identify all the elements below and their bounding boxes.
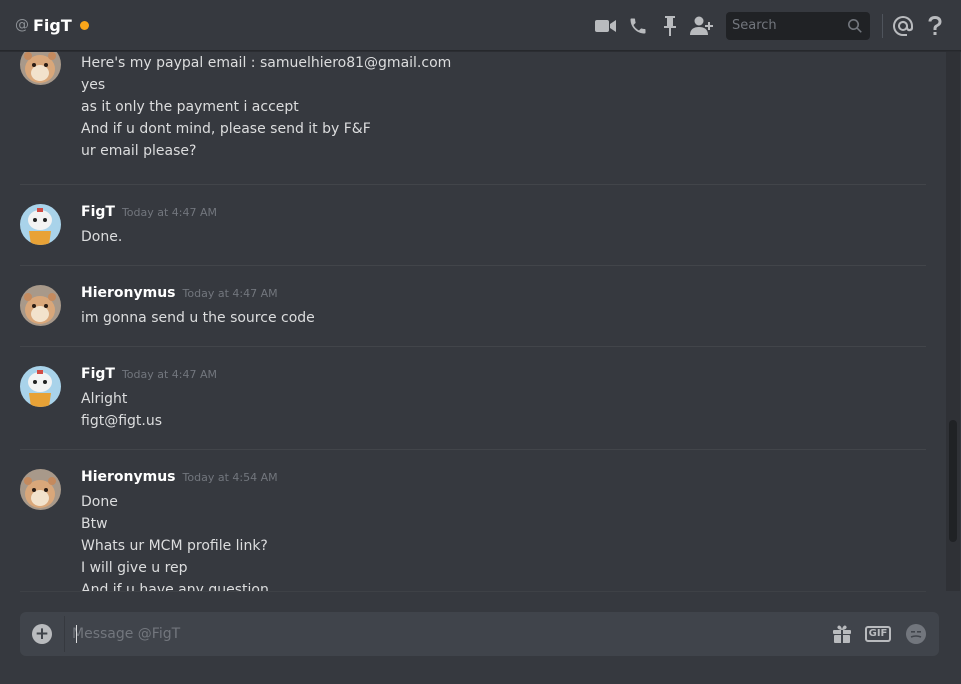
message-text: ur email please?	[81, 143, 197, 159]
message-text: Done	[81, 494, 118, 510]
emoji-icon	[906, 624, 926, 644]
emoji-button[interactable]	[904, 622, 928, 646]
scrollbar-thumb[interactable]	[949, 420, 957, 542]
channel-header: @ FigT Search	[0, 0, 961, 51]
message-timestamp: Today at 4:47 AM	[121, 206, 218, 219]
search-placeholder: Search	[732, 18, 777, 33]
message-divider	[20, 184, 926, 185]
mentions-icon	[893, 15, 913, 36]
at-symbol: @	[15, 17, 29, 33]
message-divider	[20, 449, 926, 450]
hamster-avatar-icon	[20, 285, 61, 326]
gift-button[interactable]	[830, 622, 854, 646]
add-attachment-button[interactable]: +	[32, 624, 52, 644]
gif-icon: GIF	[864, 626, 892, 642]
channel-title: FigT	[33, 15, 72, 35]
add-friend-button[interactable]	[686, 10, 718, 42]
message-header: FigT Today at 4:47 AM	[81, 366, 921, 388]
plus-icon: +	[34, 623, 50, 644]
hamster-avatar-icon	[20, 52, 61, 85]
message-header: Hieronymus Today at 4:47 AM	[81, 285, 921, 307]
message-text: as it only the payment i accept	[81, 99, 299, 115]
composer-divider-line	[64, 616, 65, 652]
message-text: Here's my paypal email : samuelhiero81@g…	[81, 55, 452, 71]
message-text: Alright	[81, 391, 128, 407]
message-list[interactable]: Here's my paypal email : samuelhiero81@g…	[0, 52, 946, 591]
phone-icon	[630, 18, 646, 33]
robot-avatar-icon	[20, 366, 61, 407]
author-name[interactable]: FigT	[81, 366, 115, 382]
message-header: Hieronymus Today at 4:54 AM	[81, 469, 921, 491]
message-text: I will give u rep	[81, 560, 188, 576]
message-text: Done.	[81, 229, 123, 245]
composer-divider	[20, 591, 926, 592]
message-text: Btw	[81, 516, 108, 532]
search-icon	[848, 18, 862, 33]
message-text: figt@figt.us	[81, 413, 163, 429]
message-divider	[20, 346, 926, 347]
help-icon	[928, 15, 942, 35]
message-content: Here's my paypal email : samuelhiero81@g…	[81, 52, 921, 162]
message-content: FigT Today at 4:47 AM Alright figt@figt.…	[81, 366, 921, 432]
message-text: Whats ur MCM profile link?	[81, 538, 268, 554]
text-cursor	[76, 625, 77, 643]
author-name[interactable]: Hieronymus	[81, 469, 176, 485]
header-toolbar: Search	[590, 0, 961, 51]
message-timestamp: Today at 4:54 AM	[182, 471, 278, 484]
message-text: And if u have any question	[81, 582, 269, 591]
message-timestamp: Today at 4:47 AM	[121, 368, 218, 381]
search-box[interactable]: Search	[726, 11, 870, 40]
help-button[interactable]	[919, 10, 951, 42]
message-text: yes	[81, 77, 106, 93]
message-text: im gonna send u the source code	[81, 310, 315, 326]
avatar[interactable]	[20, 52, 61, 85]
message-content: Hieronymus Today at 4:54 AM Done Btw Wha…	[81, 469, 921, 591]
idle-status-dot	[79, 20, 89, 30]
author-name[interactable]: Hieronymus	[81, 285, 176, 301]
message-input[interactable]	[72, 622, 812, 646]
video-call-button[interactable]	[590, 10, 622, 42]
mentions-button[interactable]	[887, 10, 919, 42]
robot-avatar-icon	[20, 204, 61, 245]
avatar[interactable]	[20, 285, 61, 326]
message-divider	[20, 265, 926, 266]
hamster-avatar-icon	[20, 469, 61, 510]
add-friend-icon	[690, 16, 713, 35]
avatar[interactable]	[20, 469, 61, 510]
avatar[interactable]	[20, 366, 61, 407]
voice-call-button[interactable]	[622, 10, 654, 42]
video-camera-icon	[595, 19, 616, 32]
avatar[interactable]	[20, 204, 61, 245]
gift-icon	[833, 625, 851, 643]
message-timestamp: Today at 4:47 AM	[182, 287, 278, 300]
gif-button[interactable]: GIF	[864, 622, 892, 646]
message-header: FigT Today at 4:47 AM	[81, 204, 921, 226]
author-name[interactable]: FigT	[81, 204, 115, 220]
message-text: And if u dont mind, please send it by F&…	[81, 121, 371, 137]
message-content: Hieronymus Today at 4:47 AM im gonna sen…	[81, 285, 921, 329]
message-content: FigT Today at 4:47 AM Done.	[81, 204, 921, 248]
message-composer: + GIF	[20, 612, 939, 656]
pin-icon	[664, 15, 676, 36]
toolbar-divider	[882, 13, 883, 38]
message-scrollbar[interactable]	[946, 52, 960, 591]
pinned-messages-button[interactable]	[654, 10, 686, 42]
